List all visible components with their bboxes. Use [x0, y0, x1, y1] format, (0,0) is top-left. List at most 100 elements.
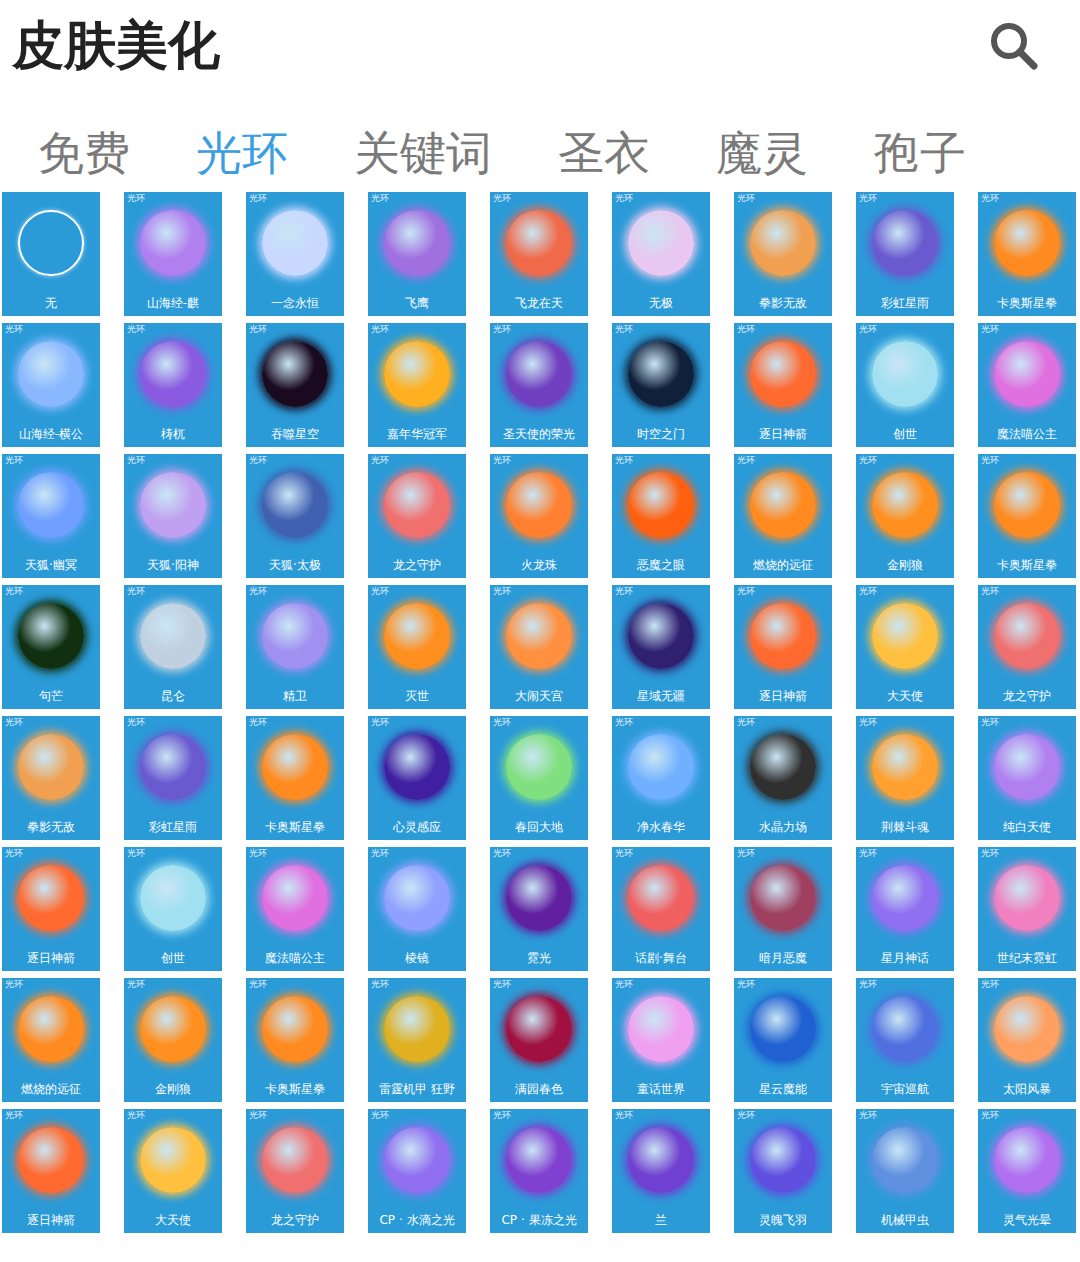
halo-card[interactable]: 光环暗月恶魔 — [734, 847, 832, 971]
halo-card[interactable]: 光环梼杌 — [124, 323, 222, 447]
halo-card[interactable]: 光环一念永恒 — [246, 192, 344, 316]
halo-card[interactable]: 光环彩虹星雨 — [124, 716, 222, 840]
halo-card[interactable]: 光环星云魔能 — [734, 978, 832, 1102]
halo-card[interactable]: 光环雷霆机甲 狂野 — [368, 978, 466, 1102]
halo-orb-icon — [384, 210, 450, 276]
halo-card[interactable]: 光环龙之守护 — [368, 454, 466, 578]
halo-card[interactable]: 光环句芒 — [2, 585, 100, 709]
halo-card[interactable]: 光环魔法喵公主 — [246, 847, 344, 971]
halo-card[interactable]: 光环星月神话 — [856, 847, 954, 971]
halo-label: 创世 — [161, 945, 185, 967]
halo-card[interactable]: 光环龙之守护 — [978, 585, 1076, 709]
halo-card[interactable]: 光环灵气光晕 — [978, 1109, 1076, 1233]
halo-card[interactable]: 光环金刚狼 — [856, 454, 954, 578]
tab[interactable]: 孢子 — [874, 106, 966, 181]
halo-badge: 光环 — [127, 325, 145, 334]
halo-card[interactable]: 光环大闹天宫 — [490, 585, 588, 709]
halo-card[interactable]: 光环荆棘斗魂 — [856, 716, 954, 840]
halo-card[interactable]: 光环嘉年华冠军 — [368, 323, 466, 447]
halo-card[interactable]: 光环灵魄飞羽 — [734, 1109, 832, 1233]
halo-card[interactable]: 光环龙之守护 — [246, 1109, 344, 1233]
halo-card[interactable]: 光环棱镜 — [368, 847, 466, 971]
halo-card[interactable]: 光环卡奥斯星拳 — [246, 716, 344, 840]
halo-orb-icon — [262, 996, 328, 1062]
halo-badge: 光环 — [981, 980, 999, 989]
halo-card[interactable]: 光环山海经-麒 — [124, 192, 222, 316]
halo-card[interactable]: 光环逐日神箭 — [2, 1109, 100, 1233]
tab[interactable]: 关键词 — [354, 106, 492, 181]
halo-card[interactable]: 光环恶魔之眼 — [612, 454, 710, 578]
halo-card[interactable]: 光环净水春华 — [612, 716, 710, 840]
halo-card[interactable]: 光环满园春色 — [490, 978, 588, 1102]
halo-card[interactable]: 光环灭世 — [368, 585, 466, 709]
halo-card[interactable]: 光环圣天使的荣光 — [490, 323, 588, 447]
halo-card[interactable]: 光环心灵感应 — [368, 716, 466, 840]
halo-orb-icon — [506, 734, 572, 800]
halo-card[interactable]: 光环兰 — [612, 1109, 710, 1233]
halo-card[interactable]: 光环天狐·幽冥 — [2, 454, 100, 578]
halo-orb-icon — [18, 996, 84, 1062]
halo-card[interactable]: 无 — [2, 192, 100, 316]
halo-card[interactable]: 光环吞噬星空 — [246, 323, 344, 447]
tab[interactable]: 免费 — [38, 106, 130, 181]
halo-card[interactable]: 光环金刚狼 — [124, 978, 222, 1102]
halo-card[interactable]: 光环彩虹星雨 — [856, 192, 954, 316]
halo-card[interactable]: 光环拳影无敌 — [2, 716, 100, 840]
halo-card[interactable]: 光环逐日神箭 — [2, 847, 100, 971]
search-button[interactable] — [986, 18, 1042, 74]
halo-card[interactable]: 光环火龙珠 — [490, 454, 588, 578]
halo-card[interactable]: 光环天狐·阳神 — [124, 454, 222, 578]
halo-label: 逐日神箭 — [27, 945, 75, 967]
halo-card[interactable]: 光环水晶力场 — [734, 716, 832, 840]
halo-badge: 光环 — [371, 456, 389, 465]
halo-orb-icon — [18, 865, 84, 931]
halo-card[interactable]: 光环精卫 — [246, 585, 344, 709]
halo-card[interactable]: 光环世纪末霓虹 — [978, 847, 1076, 971]
halo-card[interactable]: 光环无极 — [612, 192, 710, 316]
halo-orb-icon — [506, 210, 572, 276]
halo-badge: 光环 — [859, 718, 877, 727]
halo-card[interactable]: 光环CP · 果冻之光 — [490, 1109, 588, 1233]
halo-badge: 光环 — [249, 194, 267, 203]
halo-card[interactable]: 光环飞鹰 — [368, 192, 466, 316]
halo-card[interactable]: 光环纯白天使 — [978, 716, 1076, 840]
halo-card[interactable]: 光环山海经-横公 — [2, 323, 100, 447]
halo-card[interactable]: 光环宇宙巡航 — [856, 978, 954, 1102]
halo-badge: 光环 — [5, 587, 23, 596]
halo-orb-icon — [506, 996, 572, 1062]
halo-label: 龙之守护 — [1003, 683, 1051, 705]
halo-card[interactable]: 光环大天使 — [856, 585, 954, 709]
halo-card[interactable]: 光环昆仑 — [124, 585, 222, 709]
halo-card[interactable]: 光环燃烧的远征 — [2, 978, 100, 1102]
halo-card[interactable]: 光环创世 — [124, 847, 222, 971]
halo-label: CP · 果冻之光 — [501, 1207, 576, 1229]
halo-card[interactable]: 光环天狐·太极 — [246, 454, 344, 578]
halo-card[interactable]: 光环卡奥斯星拳 — [978, 454, 1076, 578]
halo-card[interactable]: 光环卡奥斯星拳 — [246, 978, 344, 1102]
tab[interactable]: 光环 — [196, 106, 288, 181]
halo-card[interactable]: 光环机械甲虫 — [856, 1109, 954, 1233]
halo-badge: 光环 — [859, 194, 877, 203]
halo-orb-icon — [994, 341, 1060, 407]
halo-card[interactable]: 光环逐日神箭 — [734, 323, 832, 447]
tab-bar: 免费光环关键词圣衣魔灵孢子 — [0, 92, 1080, 192]
halo-card[interactable]: 光环大天使 — [124, 1109, 222, 1233]
halo-card[interactable]: 光环话剧·舞台 — [612, 847, 710, 971]
halo-card[interactable]: 光环飞龙在天 — [490, 192, 588, 316]
halo-card[interactable]: 光环时空之门 — [612, 323, 710, 447]
halo-card[interactable]: 光环太阳风暴 — [978, 978, 1076, 1102]
halo-card[interactable]: 光环CP · 水滴之光 — [368, 1109, 466, 1233]
halo-card[interactable]: 光环童话世界 — [612, 978, 710, 1102]
halo-card[interactable]: 光环星域无疆 — [612, 585, 710, 709]
tab[interactable]: 魔灵 — [716, 106, 808, 181]
halo-card[interactable]: 光环霓光 — [490, 847, 588, 971]
halo-card[interactable]: 光环拳影无敌 — [734, 192, 832, 316]
halo-card[interactable]: 光环春回大地 — [490, 716, 588, 840]
halo-card[interactable]: 光环魔法喵公主 — [978, 323, 1076, 447]
halo-card[interactable]: 光环卡奥斯星拳 — [978, 192, 1076, 316]
halo-badge: 光环 — [981, 587, 999, 596]
halo-card[interactable]: 光环逐日神箭 — [734, 585, 832, 709]
halo-card[interactable]: 光环创世 — [856, 323, 954, 447]
tab[interactable]: 圣衣 — [558, 106, 650, 181]
halo-card[interactable]: 光环燃烧的远征 — [734, 454, 832, 578]
